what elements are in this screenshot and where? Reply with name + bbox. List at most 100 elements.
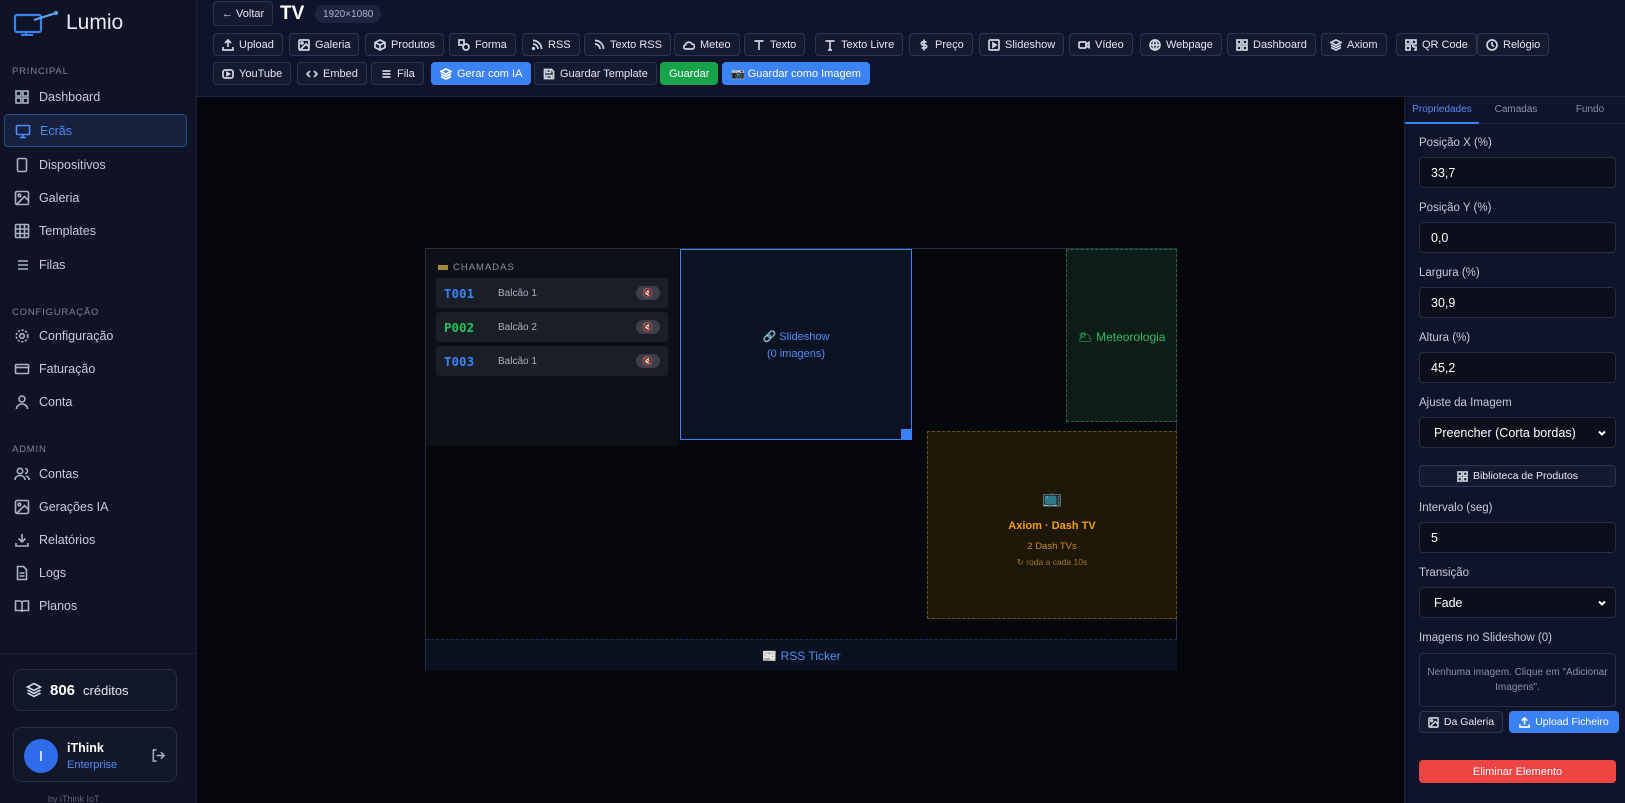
editor-header: ← Voltar TV 1920×1080 Upload Galeria Pro… — [197, 0, 1625, 97]
upload-button[interactable]: Upload — [213, 33, 283, 56]
webpage-button[interactable]: Webpage — [1140, 33, 1222, 56]
button-label: Biblioteca de Produtos — [1472, 470, 1579, 482]
button-label: YouTube — [239, 67, 283, 80]
sidebar-item-label: Logs — [39, 565, 67, 580]
interval-label: Intervalo (seg) — [1419, 502, 1493, 514]
button-label: Dashboard — [1253, 38, 1307, 51]
rss-ticker-label: 📰 RSS Ticker — [762, 649, 841, 663]
screen-canvas[interactable]: CHAMADAS T001 Balcão 1 🔇 P002 Balcão 2 🔇… — [425, 248, 1177, 670]
text-button[interactable]: Texto — [744, 33, 806, 56]
axiom-element[interactable]: 📺 Axiom · Dash TV 2 Dash TVs ↻ roda a ca… — [927, 431, 1177, 619]
youtube-button[interactable]: YouTube — [213, 62, 292, 85]
sidebar-item-label: Configuração — [39, 328, 114, 343]
call-code: T003 — [444, 354, 475, 369]
from-gallery-button[interactable]: Da Galeria — [1419, 711, 1503, 733]
image-icon — [1428, 716, 1439, 728]
chevron-down-icon — [1598, 600, 1606, 606]
call-row: P002 Balcão 2 🔇 — [436, 312, 668, 342]
product-library-button[interactable]: Biblioteca de Produtos — [1419, 465, 1616, 487]
slideshow-element[interactable]: 🔗 Slideshow (0 imagens) — [680, 249, 912, 440]
sidebar-item-relatorios[interactable]: Relatórios — [4, 523, 187, 556]
transition-value: Fade — [1434, 595, 1463, 610]
logout-icon[interactable] — [151, 748, 166, 763]
sidebar-item-templates[interactable]: Templates — [4, 214, 187, 247]
upload-file-button[interactable]: Upload Ficheiro — [1509, 711, 1619, 733]
file-icon — [16, 565, 28, 580]
embed-button[interactable]: Embed — [297, 62, 367, 85]
sidebar-item-dispositivos[interactable]: Dispositivos — [4, 148, 187, 181]
weather-button[interactable]: Meteo — [674, 33, 740, 56]
sidebar-item-galeria[interactable]: Galeria — [4, 181, 187, 214]
clock-button[interactable]: Relógio — [1477, 33, 1550, 56]
sidebar-item-conta[interactable]: Conta — [4, 385, 187, 418]
free-text-button[interactable]: Texto Livre — [815, 33, 904, 56]
sidebar-item-label: Relatórios — [39, 532, 96, 547]
text-icon — [754, 39, 764, 50]
weather-element[interactable]: 🌥 Meteorologia — [1066, 249, 1177, 422]
tab-background[interactable]: Fundo — [1553, 97, 1625, 124]
rss-ticker-element[interactable]: 📰 RSS Ticker — [426, 639, 1177, 670]
back-button[interactable]: ← Voltar — [213, 1, 274, 26]
shape-button[interactable]: Forma — [449, 33, 516, 56]
panel-tabs: Propriedades Camadas Fundo — [1405, 97, 1625, 124]
sidebar-item-label: Gerações IA — [39, 499, 109, 514]
image-fit-label: Ajuste da Imagem — [1419, 397, 1512, 409]
sidebar-item-faturacao[interactable]: Faturação — [4, 352, 187, 385]
button-label: Webpage — [1166, 38, 1213, 51]
book-icon — [14, 599, 30, 612]
sidebar-item-logs[interactable]: Logs — [4, 556, 187, 589]
tab-properties[interactable]: Propriedades — [1405, 97, 1479, 124]
axiom-button[interactable]: Axiom — [1321, 33, 1387, 56]
monitor-icon — [15, 124, 31, 138]
section-title-configuracao: CONFIGURAÇÃO — [12, 307, 100, 318]
sidebar-item-filas[interactable]: Filas — [4, 248, 187, 281]
button-label: QR Code — [1422, 38, 1468, 51]
sidebar-item-label: Contas — [39, 466, 79, 481]
sidebar: Lumio PRINCIPAL Dashboard Ecrãs Disposit… — [0, 0, 197, 803]
save-button[interactable]: Guardar — [660, 62, 719, 85]
sidebar-item-configuracao[interactable]: Configuração — [4, 319, 187, 352]
credits-badge[interactable]: 806 créditos — [13, 669, 177, 711]
text-free-icon — [825, 39, 835, 51]
slideshow-button[interactable]: Slideshow — [979, 33, 1065, 56]
tab-layers[interactable]: Camadas — [1479, 97, 1553, 124]
rss-button[interactable]: RSS — [522, 33, 580, 56]
card-icon — [14, 363, 30, 374]
pos-x-input[interactable]: 33,7 — [1419, 157, 1616, 188]
axiom-rotation: ↻ roda a cada 10s — [1016, 557, 1088, 567]
rss-text-button[interactable]: Texto RSS — [584, 33, 671, 56]
app-logo[interactable]: Lumio — [12, 8, 123, 38]
video-button[interactable]: Vídeo — [1069, 33, 1133, 56]
resize-handle[interactable] — [901, 429, 912, 440]
generate-ai-button[interactable]: Gerar com IA — [431, 62, 532, 85]
qr-code-button[interactable]: QR Code — [1396, 33, 1477, 56]
sidebar-item-ecras[interactable]: Ecrãs — [4, 114, 187, 147]
save-as-image-button[interactable]: 📷 Guardar como Imagem — [722, 62, 870, 85]
grid-icon — [1236, 38, 1248, 51]
transition-select[interactable]: Fade — [1419, 587, 1616, 618]
calls-element[interactable]: CHAMADAS T001 Balcão 1 🔇 P002 Balcão 2 🔇… — [426, 249, 679, 446]
sidebar-item-contas[interactable]: Contas — [4, 457, 187, 490]
calls-header-label: CHAMADAS — [453, 262, 515, 273]
delete-element-button[interactable]: Eliminar Elemento — [1419, 760, 1616, 783]
products-button[interactable]: Produtos — [365, 33, 445, 56]
image-fit-select[interactable]: Preencher (Corta bordas) — [1419, 417, 1616, 448]
sidebar-item-geracoes-ia[interactable]: Gerações IA — [4, 490, 187, 523]
interval-input[interactable]: 5 — [1419, 522, 1616, 553]
save-template-button[interactable]: Guardar Template — [534, 62, 657, 85]
pos-y-input[interactable]: 0,0 — [1419, 222, 1616, 253]
gallery-button[interactable]: Galeria — [289, 33, 360, 56]
globe-icon — [1149, 38, 1161, 51]
button-label: Gerar com IA — [457, 67, 523, 80]
button-label: Upload — [239, 38, 274, 51]
width-input[interactable]: 30,9 — [1419, 287, 1616, 318]
dashboard-widget-button[interactable]: Dashboard — [1227, 33, 1316, 56]
sidebar-item-dashboard[interactable]: Dashboard — [4, 80, 187, 113]
height-input[interactable]: 45,2 — [1419, 352, 1616, 383]
button-label: Produtos — [391, 38, 436, 51]
sidebar-item-planos[interactable]: Planos — [4, 589, 187, 622]
price-button[interactable]: Preço — [909, 33, 973, 56]
dollar-icon — [920, 39, 928, 50]
queue-button[interactable]: Fila — [371, 62, 424, 85]
layers-icon — [26, 682, 42, 698]
